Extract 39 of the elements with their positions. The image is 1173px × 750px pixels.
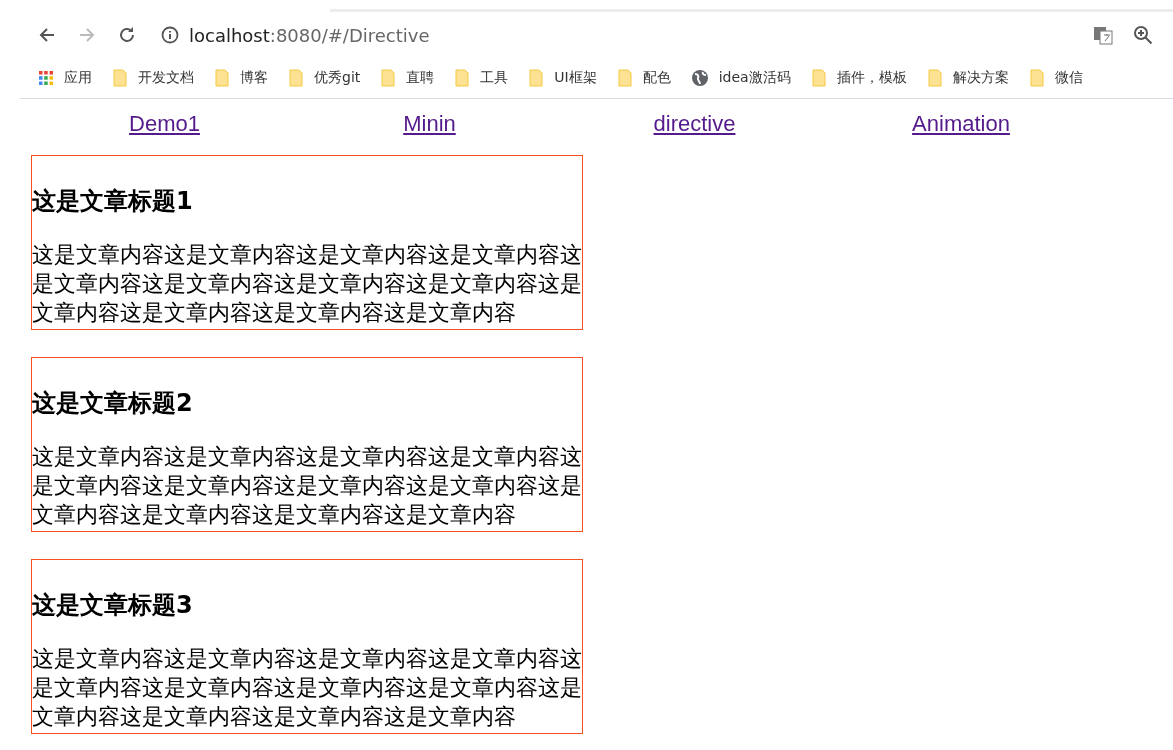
article-title: 这是文章标题2 bbox=[32, 388, 194, 418]
folder-icon bbox=[528, 69, 545, 87]
bookmark[interactable]: 开发文档 bbox=[112, 69, 194, 87]
folder-icon bbox=[810, 69, 827, 87]
info-icon[interactable] bbox=[161, 26, 179, 44]
folder-icon bbox=[1028, 69, 1045, 87]
folder-icon bbox=[616, 69, 633, 87]
article-body: 这是文章内容这是文章内容这是文章内容这是文章内容这是文章内容这是文章内容这是文章内容这是文章内容这是文章内容这是文章内容这是文章内容这是文章内容 bbox=[32, 645, 582, 731]
article-title: 这是文章标题3 bbox=[32, 590, 194, 620]
bookmark[interactable]: 博客 bbox=[214, 69, 268, 87]
article-title: 这是文章标题1 bbox=[32, 186, 194, 216]
bookmark[interactable]: 直聘 bbox=[380, 69, 435, 87]
bookmark[interactable]: 配色 bbox=[616, 69, 671, 87]
bookmark[interactable]: 优秀git bbox=[288, 69, 361, 87]
globe-icon bbox=[690, 69, 709, 87]
bookmark[interactable]: 微信 bbox=[1028, 69, 1083, 87]
bookmark[interactable]: 应用 bbox=[38, 69, 92, 87]
bookmark[interactable]: 工具 bbox=[454, 69, 509, 87]
folder-icon bbox=[454, 69, 471, 87]
nav-link[interactable]: Animation bbox=[912, 111, 1010, 136]
article-body: 这是文章内容这是文章内容这是文章内容这是文章内容这是文章内容这是文章内容这是文章内容这是文章内容这是文章内容这是文章内容这是文章内容这是文章内容 bbox=[32, 443, 582, 529]
bookmark[interactable]: idea激活码 bbox=[690, 69, 791, 87]
bookmark[interactable]: 插件，模板 bbox=[810, 69, 907, 87]
nav-link[interactable]: Demo1 bbox=[129, 111, 200, 136]
address-field[interactable]: localhost:8080/#/Directive bbox=[189, 24, 430, 46]
bookmark[interactable]: UI框架 bbox=[528, 69, 597, 87]
folder-icon bbox=[926, 69, 943, 87]
folder-icon bbox=[112, 69, 128, 87]
folder-icon bbox=[288, 69, 304, 87]
article-body: 这是文章内容这是文章内容这是文章内容这是文章内容这是文章内容这是文章内容这是文章内容这是文章内容这是文章内容这是文章内容这是文章内容这是文章内容 bbox=[32, 241, 582, 327]
reload-icon[interactable] bbox=[117, 25, 137, 45]
zoom-icon[interactable] bbox=[1133, 25, 1153, 45]
folder-icon bbox=[214, 69, 230, 87]
bookmark[interactable]: 解决方案 bbox=[926, 69, 1009, 87]
nav-link[interactable]: Minin bbox=[403, 111, 456, 136]
nav-link[interactable]: directive bbox=[653, 111, 736, 136]
translate-icon[interactable] bbox=[1093, 25, 1113, 45]
apps-grid-icon bbox=[38, 70, 54, 86]
folder-icon bbox=[380, 69, 397, 87]
